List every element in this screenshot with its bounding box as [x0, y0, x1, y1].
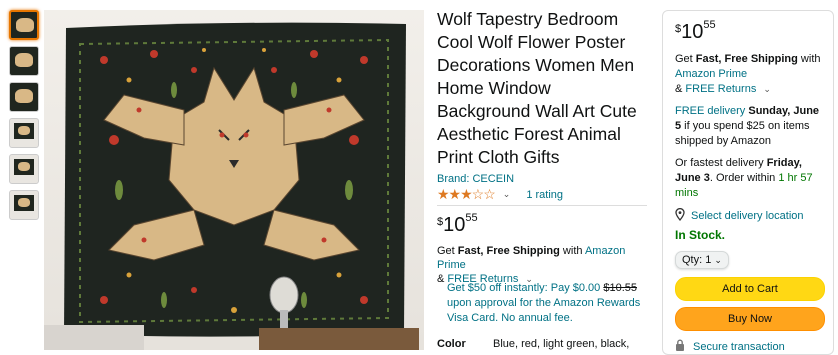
- free-delivery-link[interactable]: FREE delivery: [675, 105, 745, 117]
- brand-link[interactable]: Brand: CECEIN: [437, 173, 514, 185]
- thumbnail-6[interactable]: [9, 190, 39, 220]
- divider: [437, 205, 647, 206]
- product-title: Wolf Tapestry Bedroom Cool Wolf Flower P…: [437, 9, 637, 167]
- free-delivery-rest: if you spend $25 on items shipped by Ama…: [675, 120, 810, 147]
- free-delivery-info: FREE delivery Sunday, June 5 if you spen…: [675, 104, 821, 149]
- promo-strike-price: $10.55: [603, 282, 637, 294]
- price-whole: 10: [443, 214, 466, 236]
- shipping-amp: &: [437, 273, 448, 285]
- thumbnail-4[interactable]: [9, 118, 39, 148]
- stars-icon: ★★★☆☆: [437, 186, 496, 202]
- chevron-down-icon[interactable]: ⌄: [503, 189, 511, 200]
- buybox-shipping: Get Fast, Free Shipping with Amazon Prim…: [675, 52, 821, 97]
- price-fraction: 55: [465, 212, 478, 224]
- color-label: Color: [437, 338, 466, 350]
- chevron-down-icon[interactable]: ⌄: [763, 84, 771, 94]
- shipping-info: Get Fast, Free Shipping with Amazon Prim…: [437, 244, 647, 286]
- color-row: Color Blue, red, light green, black,: [437, 338, 629, 350]
- fastest-mid: . Order within: [709, 172, 779, 184]
- bb-prime-link[interactable]: Amazon Prime: [675, 68, 747, 80]
- tapestry-illustration: [44, 22, 419, 350]
- lock-icon: [675, 339, 685, 354]
- price-currency: $: [437, 216, 444, 228]
- bb-ship-bold: Fast, Free Shipping: [695, 53, 798, 65]
- fastest-delivery-info: Or fastest delivery Friday, June 3. Orde…: [675, 156, 821, 201]
- location-pin-icon: [675, 207, 685, 224]
- product-main-image[interactable]: [44, 10, 424, 350]
- buybox-price: $1055: [675, 19, 821, 44]
- rating-count-link[interactable]: 1 rating: [526, 189, 563, 201]
- bb-price-currency: $: [675, 23, 682, 35]
- secure-transaction-label: Secure transaction: [693, 340, 785, 353]
- shipping-with: with: [559, 245, 585, 257]
- shipping-bold: Fast, Free Shipping: [457, 245, 560, 257]
- thumbnail-2[interactable]: [9, 46, 39, 76]
- card-promo[interactable]: Get $50 off instantly: Pay $0.00 $10.55 …: [447, 281, 647, 326]
- thumbnail-list: [8, 10, 44, 226]
- bb-free-returns-link[interactable]: FREE Returns: [685, 83, 756, 95]
- bb-amp: &: [675, 83, 686, 95]
- thumbnail-3[interactable]: [9, 82, 39, 112]
- chevron-down-icon: ⌄: [714, 254, 722, 265]
- buy-now-button[interactable]: Buy Now: [675, 307, 825, 331]
- bb-price-fraction: 55: [703, 19, 716, 31]
- delivery-location[interactable]: Select delivery location: [675, 207, 821, 224]
- bb-ship-with: with: [797, 53, 821, 65]
- shipping-prefix: Get: [437, 245, 458, 257]
- buy-box: $1055 Get Fast, Free Shipping with Amazo…: [662, 10, 834, 355]
- rating-row: ★★★☆☆ ⌄ 1 rating: [437, 186, 563, 203]
- secure-transaction[interactable]: Secure transaction: [675, 339, 821, 354]
- quantity-label: Qty: 1: [682, 254, 712, 266]
- thumbnail-5[interactable]: [9, 154, 39, 184]
- add-to-cart-button[interactable]: Add to Cart: [675, 277, 825, 301]
- promo-line1: Get $50 off instantly: Pay $0.00: [447, 282, 604, 294]
- bb-price-whole: 10: [681, 21, 704, 43]
- thumbnail-1[interactable]: [9, 10, 39, 40]
- star-rating[interactable]: ★★★☆☆: [437, 186, 496, 203]
- product-price: $1055: [437, 212, 478, 237]
- quantity-select[interactable]: Qty: 1 ⌄: [675, 251, 729, 269]
- bb-ship-prefix: Get: [675, 53, 696, 65]
- delivery-location-label: Select delivery location: [691, 210, 804, 222]
- fastest-prefix: Or fastest delivery: [675, 157, 767, 169]
- stock-status: In Stock.: [675, 228, 726, 242]
- color-value: Blue, red, light green, black,: [493, 338, 630, 350]
- promo-line2: upon approval for the Amazon Rewards Vis…: [447, 297, 641, 324]
